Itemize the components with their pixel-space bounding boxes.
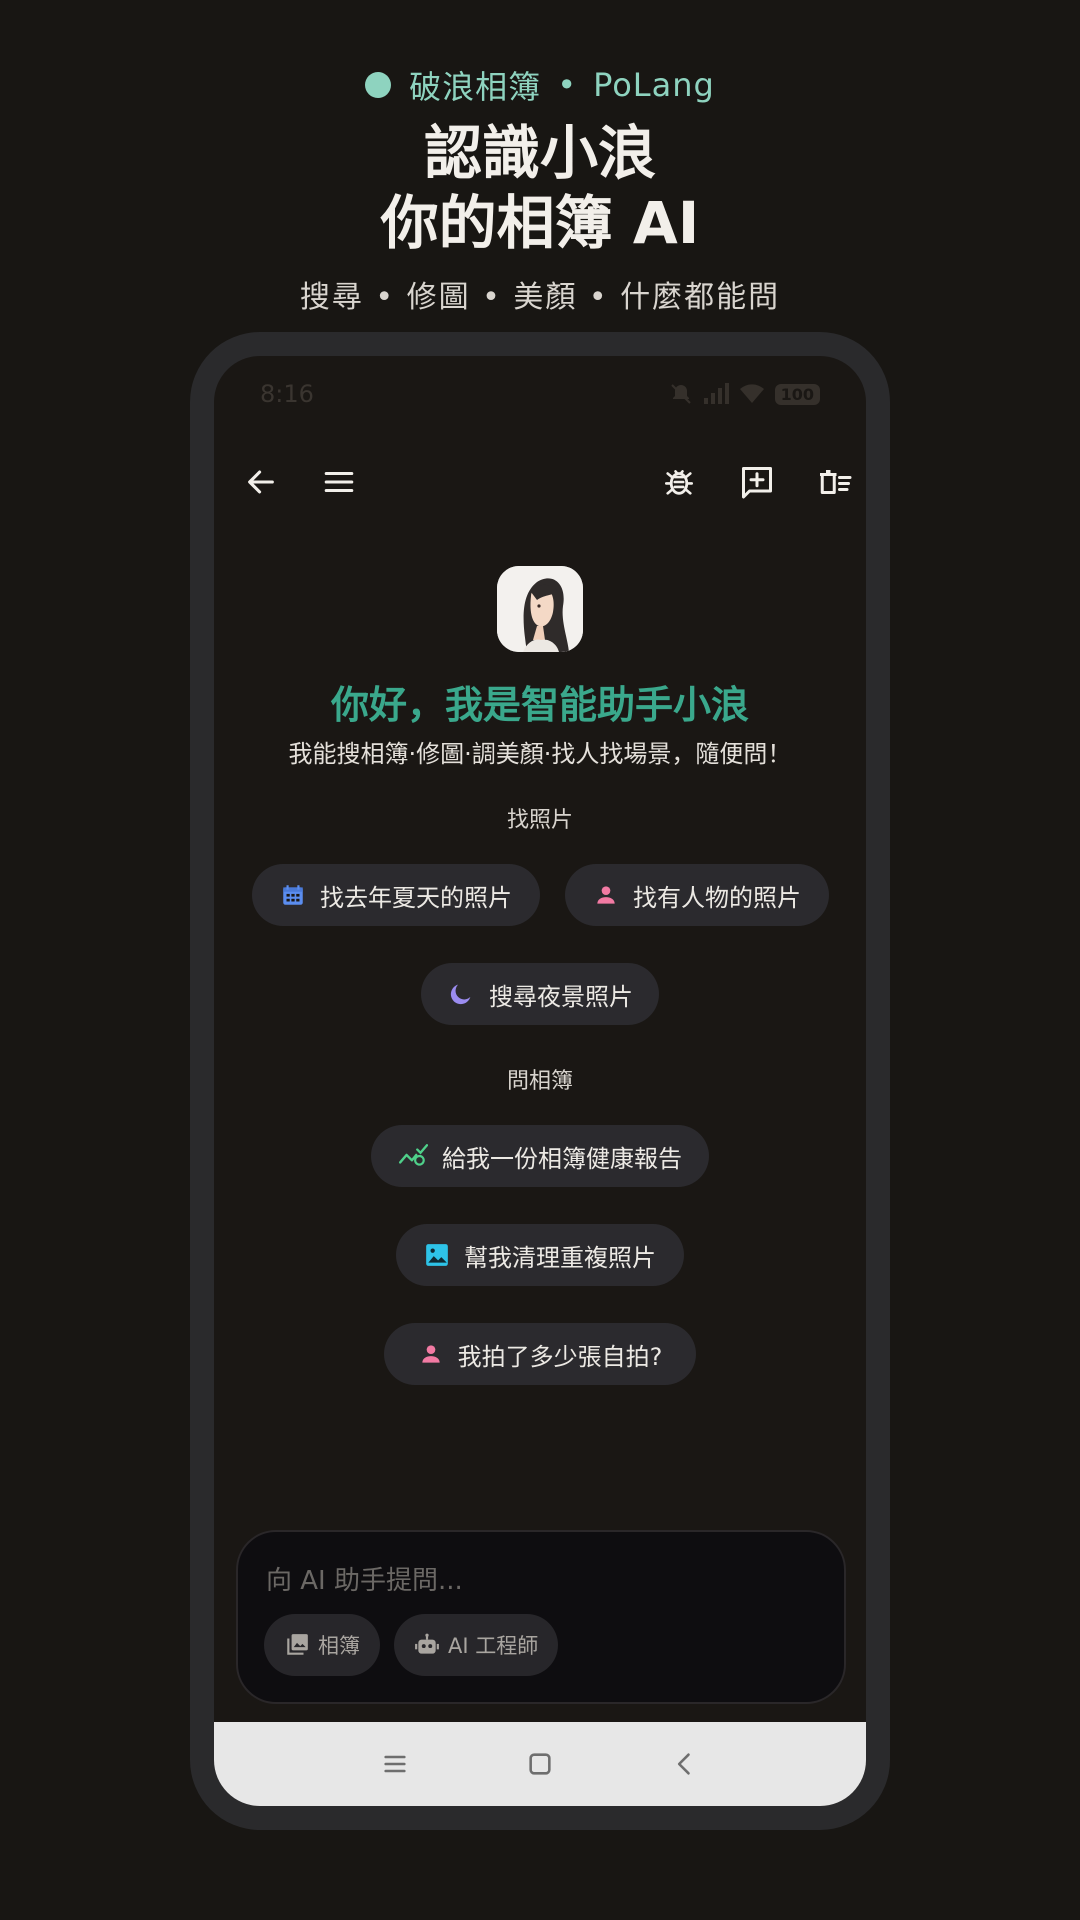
person-icon	[597, 886, 615, 904]
promo-title-line1: 認識小浪	[423, 119, 656, 187]
system-nav-bar	[214, 1722, 866, 1806]
nav-recents-button[interactable]	[375, 1744, 415, 1784]
chip-label: 幫我清理重複照片	[464, 1243, 656, 1272]
battery-indicator: 100	[774, 383, 820, 405]
clear-chat-button[interactable]	[807, 454, 863, 510]
moon-icon	[450, 984, 471, 1005]
suggestion-chip-night[interactable]: 搜尋夜景照片	[421, 963, 659, 1025]
delete-sweep-icon	[820, 470, 852, 494]
brand-dot-icon	[365, 72, 392, 98]
ai-engineer-button-label: AI 工程師	[448, 1634, 539, 1658]
greeting-tagline: 我能搜相簿·修圖·調美顏·找人找場景，隨便問！	[288, 740, 792, 768]
calendar-icon	[283, 885, 303, 905]
robot-icon	[415, 1633, 439, 1654]
mute-icon	[670, 384, 691, 404]
chat-input-box[interactable]: 向 AI 助手提問... 相簿 AI 工程師	[236, 1530, 846, 1704]
phone-screen: 8:16 100 你好，我是智能助手小浪 我能搜相簿·修圖·調美顏·找人找場景，…	[214, 356, 866, 1806]
chip-label: 搜尋夜景照片	[489, 982, 633, 1011]
album-button[interactable]: 相簿	[264, 1614, 380, 1676]
back-button[interactable]	[233, 454, 289, 510]
debug-button[interactable]	[651, 454, 707, 510]
menu-icon	[384, 1755, 406, 1773]
chat-input-placeholder[interactable]: 向 AI 助手提問...	[266, 1560, 463, 1597]
photo-library-icon	[287, 1634, 308, 1655]
suggestion-chip-health-report[interactable]: 給我一份相簿健康報告	[371, 1125, 709, 1187]
promo-title: 認識小浪 你的相簿 AI	[0, 118, 1080, 258]
wifi-icon	[739, 384, 764, 403]
chip-label: 找去年夏天的照片	[320, 883, 512, 912]
section-label-ask-album: 問相簿	[506, 1069, 573, 1094]
ai-engineer-button[interactable]: AI 工程師	[394, 1614, 559, 1676]
promo-title-line2: 你的相簿 AI	[380, 189, 700, 257]
signal-icon	[703, 383, 729, 404]
square-icon	[529, 1753, 551, 1775]
nav-back-button[interactable]	[665, 1744, 705, 1784]
suggestion-chip-selfies[interactable]: 我拍了多少張自拍?	[384, 1323, 696, 1385]
person-icon	[421, 1345, 440, 1363]
chip-label: 我拍了多少張自拍?	[457, 1342, 663, 1371]
brand-header: 破浪相簿 • PoLang	[0, 62, 1080, 108]
suggestion-chip-people[interactable]: 找有人物的照片	[565, 864, 829, 926]
image-icon	[426, 1244, 448, 1266]
chip-label: 給我一份相簿健康報告	[442, 1144, 682, 1173]
suggestion-chip-duplicates[interactable]: 幫我清理重複照片	[396, 1224, 684, 1286]
chart-check-icon	[398, 1144, 428, 1166]
chip-label: 找有人物的照片	[633, 883, 801, 912]
status-bar: 8:16 100	[214, 376, 866, 416]
new-chat-button[interactable]	[729, 454, 785, 510]
brand-separator: •	[557, 66, 578, 104]
status-time: 8:16	[260, 380, 314, 408]
menu-button[interactable]	[311, 454, 367, 510]
arrow-left-icon	[248, 470, 274, 494]
section-label-find-photos: 找照片	[506, 808, 573, 833]
assistant-portrait-icon	[497, 566, 583, 652]
suggestion-chip-last-summer[interactable]: 找去年夏天的照片	[252, 864, 540, 926]
status-icons: 100	[669, 382, 820, 406]
assistant-avatar	[497, 566, 583, 652]
brand-name-en: PoLang	[593, 66, 715, 104]
brand-name-cn: 破浪相簿	[409, 68, 542, 106]
add-comment-icon	[742, 467, 772, 499]
bug-icon	[664, 470, 694, 495]
hamburger-menu-icon	[324, 471, 354, 493]
nav-home-button[interactable]	[520, 1744, 560, 1784]
chevron-left-icon	[677, 1753, 690, 1775]
album-button-label: 相簿	[318, 1634, 360, 1658]
greeting-title: 你好，我是智能助手小浪	[330, 683, 749, 727]
promo-subtitle: 搜尋 • 修圖 • 美顏 • 什麼都能問	[299, 280, 781, 315]
